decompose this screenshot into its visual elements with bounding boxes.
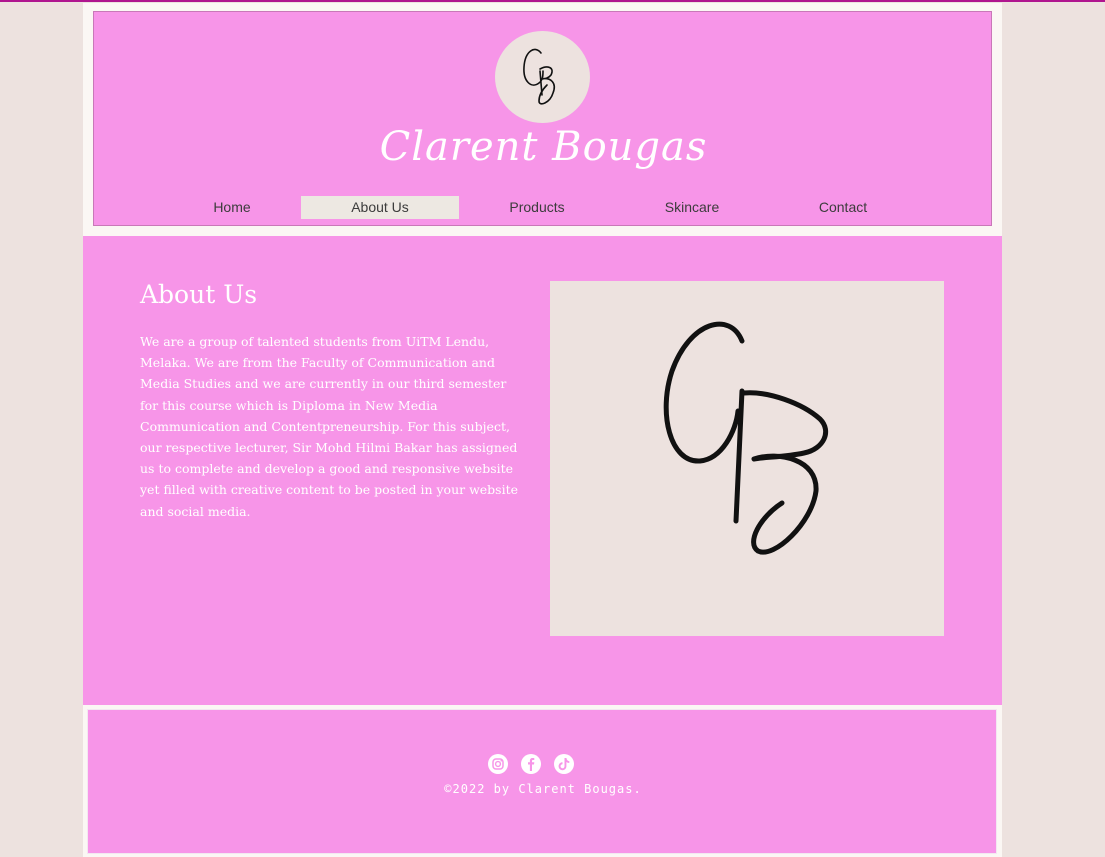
- nav-item-home[interactable]: Home: [184, 196, 280, 219]
- about-image: [550, 281, 944, 636]
- tiktok-icon[interactable]: [554, 754, 574, 774]
- cb-monogram-icon: [663, 321, 828, 555]
- site-header: Clarent Bougas Home About Us Products Sk…: [93, 11, 992, 226]
- site-footer: ©2022 by Clarent Bougas.: [87, 709, 997, 854]
- nav-item-contact[interactable]: Contact: [770, 196, 916, 219]
- cb-monogram-icon: [523, 48, 556, 105]
- page-container: Clarent Bougas Home About Us Products Sk…: [83, 3, 1002, 857]
- nav-item-about-us[interactable]: About Us: [301, 196, 459, 219]
- about-title: About Us: [140, 280, 258, 309]
- about-description: We are a group of talented students from…: [140, 334, 519, 519]
- site-title: Clarent Bougas: [379, 124, 708, 170]
- nav-item-skincare[interactable]: Skincare: [615, 196, 769, 219]
- top-accent-rule: [0, 0, 1105, 2]
- instagram-icon[interactable]: [488, 754, 508, 774]
- social-bar: [88, 754, 998, 776]
- copyright-text: ©2022 by Clarent Bougas.: [444, 782, 642, 796]
- nav-item-products[interactable]: Products: [460, 196, 614, 219]
- main-nav: Home About Us Products Skincare Contact: [94, 196, 993, 220]
- site-logo[interactable]: [495, 31, 590, 123]
- about-section: About Us We are a group of talented stud…: [83, 236, 1002, 705]
- facebook-icon[interactable]: [521, 754, 541, 774]
